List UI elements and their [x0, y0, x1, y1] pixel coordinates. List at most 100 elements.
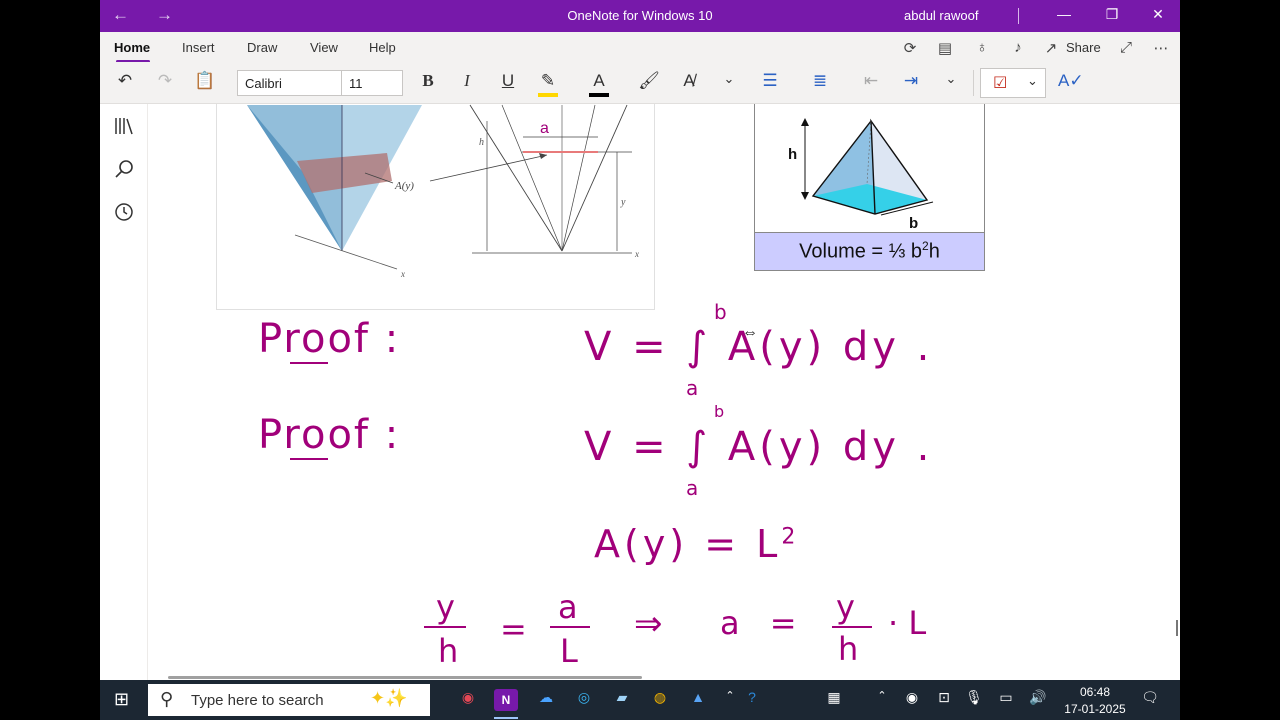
notebooks-icon[interactable]: [112, 114, 136, 138]
help-app-icon[interactable]: ?: [740, 689, 764, 711]
title-separator: [1018, 8, 1019, 24]
redo-icon[interactable]: ↷: [153, 71, 177, 91]
share-button[interactable]: Share: [1066, 40, 1101, 55]
proof-heading-1: Proof :: [258, 316, 401, 362]
recent-clock-icon[interactable]: [112, 200, 136, 224]
app-icon[interactable]: ▲: [686, 689, 710, 711]
checkbox-tag-icon: ☑: [993, 75, 1008, 92]
bullet-list-icon[interactable]: ☰: [758, 71, 782, 91]
clock-time: 06:48: [1079, 685, 1111, 699]
fraction-3-denominator: h: [838, 630, 859, 668]
fraction-1-bar: [424, 626, 466, 628]
fraction-1-denominator: h: [438, 632, 459, 670]
area-equation-text: A(y) = L: [594, 522, 782, 566]
format-painter-icon[interactable]: 🖌: [637, 71, 661, 91]
close-icon[interactable]: ✕: [1148, 6, 1168, 23]
chevron-up-icon[interactable]: ⌃: [718, 689, 742, 711]
toolbar-divider: [973, 70, 974, 96]
chrome-browser-icon[interactable]: ◍: [648, 689, 672, 711]
undo-icon[interactable]: ↶: [113, 71, 137, 91]
increase-indent-icon[interactable]: ⇥: [899, 71, 923, 91]
microphone-icon[interactable]: 🎙: [962, 689, 986, 711]
tag-selector[interactable]: ☑ ⌄: [980, 68, 1046, 98]
implies-arrow: ⇒: [634, 604, 663, 644]
page-canvas[interactable]: A(y) x h y a x h b Volume = ⅓ b2h Proof …: [148, 104, 1180, 680]
more-options-icon[interactable]: ⋯: [1151, 39, 1171, 57]
tab-view[interactable]: View: [310, 40, 338, 55]
windows-taskbar: ⊞ ⚲ Type here to search ✦✨ ◉ N ☁ ◎ ▰ ◍ ▲…: [100, 680, 1180, 720]
fraction-3-bar: [832, 626, 872, 628]
minimize-icon[interactable]: —: [1054, 6, 1074, 22]
camera-app-icon[interactable]: ◉: [456, 689, 480, 711]
notification-icon[interactable]: 🗨: [1138, 689, 1162, 711]
integral-lower-limit-2: a: [686, 476, 699, 500]
fraction-2-numerator: a: [558, 588, 578, 626]
tab-draw[interactable]: Draw: [247, 40, 277, 55]
integral-lower-limit-1: a: [686, 376, 699, 400]
fraction-2-denominator: L: [560, 632, 578, 670]
share-icon[interactable]: ↗: [1043, 39, 1059, 57]
cloud-app-icon[interactable]: ☁: [534, 689, 558, 711]
pages-icon[interactable]: ▤: [935, 39, 955, 57]
integral-upper-limit-1: b: [714, 300, 727, 324]
fraction-2-bar: [550, 626, 590, 628]
decrease-indent-icon[interactable]: ⇤: [859, 71, 883, 91]
fullscreen-icon[interactable]: ⤢: [1116, 39, 1136, 56]
tab-help[interactable]: Help: [369, 40, 396, 55]
font-name-field[interactable]: Calibri: [237, 70, 342, 96]
area-equation: A(y) = L2: [594, 522, 799, 566]
windows-start-icon[interactable]: ⊞: [114, 689, 129, 710]
bell-icon[interactable]: ♪: [1008, 39, 1028, 56]
onenote-app-icon[interactable]: N: [494, 689, 518, 711]
taskbar-search-box[interactable]: ⚲ Type here to search ✦✨: [148, 684, 430, 716]
search-icon[interactable]: [112, 157, 136, 181]
record-icon[interactable]: ◉: [900, 689, 924, 711]
font-size-field[interactable]: 11: [341, 70, 403, 96]
battery-icon[interactable]: ▭: [994, 689, 1018, 711]
highlight-icon[interactable]: ✎: [536, 71, 560, 91]
fraction-1-numerator: y: [436, 588, 455, 626]
clock-date: 17-01-2025: [1064, 702, 1126, 716]
user-name[interactable]: abdul rawoof: [904, 8, 978, 23]
tray-chevron-up-icon[interactable]: ⌃: [870, 689, 894, 711]
chevron-down-icon[interactable]: ⌄: [939, 71, 963, 87]
times-l: · L: [888, 604, 927, 642]
font-color-icon[interactable]: A: [587, 71, 611, 91]
volume-icon[interactable]: 🔊: [1026, 689, 1050, 711]
handwritten-notes: Proof : V = ∫ A(y) dy . b a Proof : V = …: [148, 104, 1180, 680]
italic-button[interactable]: I: [455, 71, 479, 91]
proof-underline-2: [290, 458, 328, 460]
search-icon: ⚲: [160, 689, 174, 709]
navigation-rail: [100, 104, 148, 680]
integral-equation-2: V = ∫ A(y) dy .: [584, 424, 934, 470]
chevron-down-icon[interactable]: ⌄: [717, 71, 741, 87]
files-app-icon[interactable]: ▰: [610, 689, 634, 711]
proof-underline-1: [290, 362, 328, 364]
lightbulb-icon[interactable]: ♁: [972, 39, 992, 56]
taskbar-clock[interactable]: 06:48 17-01-2025: [1060, 684, 1130, 718]
onenote-window: ← → OneNote for Windows 10 abdul rawoof …: [100, 0, 1180, 720]
equals-sign: =: [500, 610, 527, 648]
underline-button[interactable]: U: [496, 71, 520, 91]
tab-home[interactable]: Home: [114, 40, 150, 55]
a-equals: a =: [720, 604, 807, 642]
spelling-icon[interactable]: A✓: [1058, 71, 1084, 91]
vertical-scrollbar[interactable]: [1176, 620, 1178, 636]
sparkle-icon: ✦✨: [370, 688, 408, 708]
active-app-indicator: [494, 717, 518, 719]
edge-browser-icon[interactable]: ◎: [572, 689, 596, 711]
tab-insert[interactable]: Insert: [182, 40, 215, 55]
clear-formatting-icon[interactable]: A̸: [677, 71, 701, 91]
camera-tray-icon[interactable]: ⊡: [932, 689, 956, 711]
highlight-color-swatch: [538, 93, 558, 97]
fraction-3-numerator: y: [836, 588, 855, 626]
restore-icon[interactable]: ❐: [1102, 6, 1122, 23]
bold-button[interactable]: B: [416, 71, 440, 91]
numbered-list-icon[interactable]: ≣: [808, 71, 832, 91]
horizontal-scrollbar[interactable]: [168, 676, 642, 679]
font-color-swatch: [589, 93, 609, 97]
sync-icon[interactable]: ⟳: [900, 39, 920, 57]
clipboard-icon[interactable]: 📋: [193, 71, 217, 91]
news-icon[interactable]: ▦: [822, 689, 846, 711]
search-placeholder: Type here to search: [191, 692, 324, 709]
